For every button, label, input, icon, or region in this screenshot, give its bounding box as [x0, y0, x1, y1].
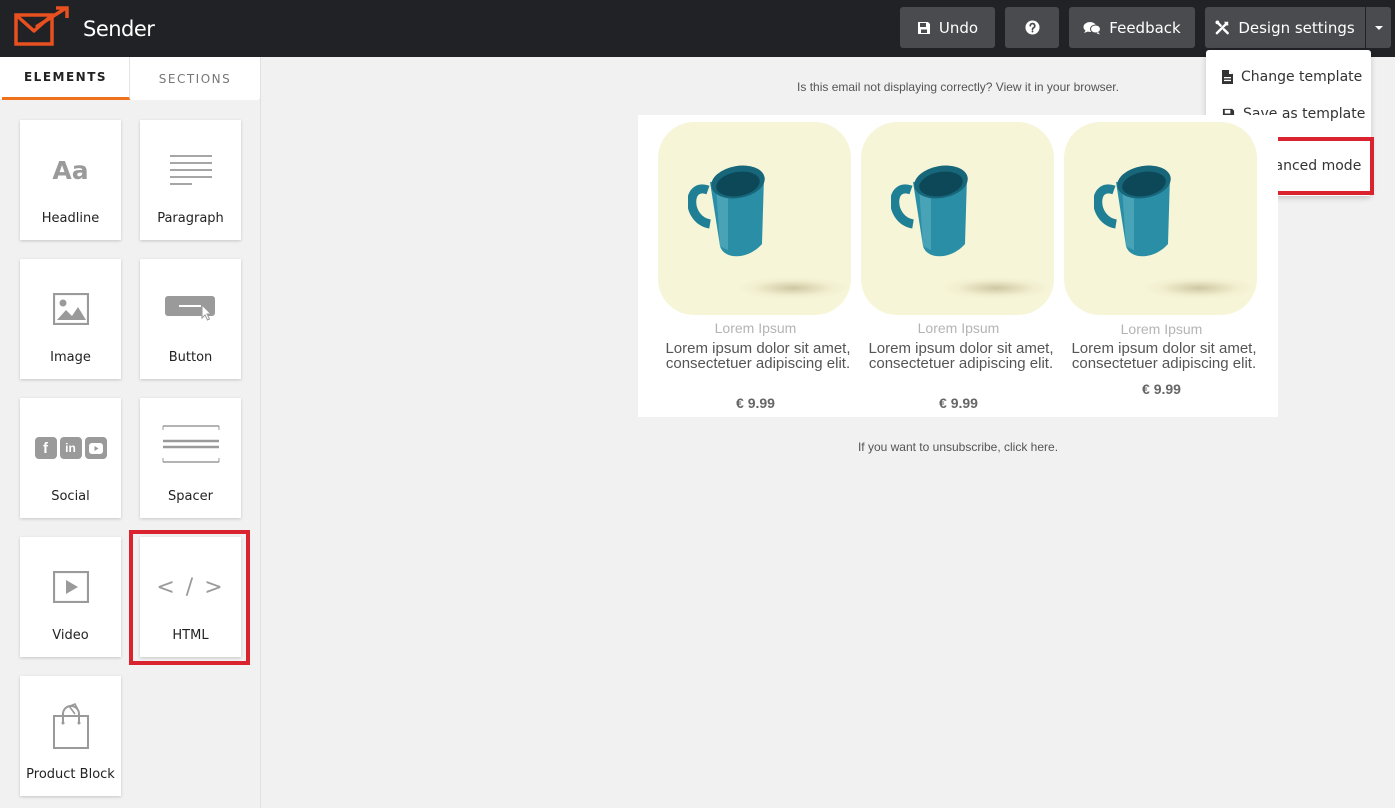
product-price: € 9.99 — [939, 395, 978, 411]
product-card[interactable]: Lorem Ipsum Lorem ipsum dolor sit amet, … — [1064, 115, 1259, 417]
element-label: Video — [52, 628, 89, 643]
product-image — [658, 122, 851, 315]
sender-logo-icon[interactable] — [14, 6, 70, 48]
html-element-highlight-box — [129, 530, 250, 665]
undo-button[interactable]: Undo — [900, 7, 995, 48]
product-image — [861, 122, 1054, 315]
top-bar: Sender Undo Feedback Design settings — [0, 0, 1395, 57]
design-settings-label: Design settings — [1238, 18, 1355, 37]
product-category: Lorem Ipsum — [917, 320, 1000, 336]
linkedin-icon: in — [59, 437, 82, 459]
text-aa-icon: Aa — [52, 155, 89, 185]
element-label: Headline — [41, 211, 100, 226]
shopping-bag-icon — [20, 700, 121, 752]
element-video[interactable]: Video — [20, 537, 121, 657]
element-label: Button — [168, 350, 213, 365]
product-card[interactable]: Lorem Ipsum Lorem ipsum dolor sit amet, … — [861, 115, 1056, 417]
element-social[interactable]: f in Social — [20, 398, 121, 518]
element-label: Paragraph — [157, 211, 224, 226]
product-description: Lorem ipsum dolor sit amet, consectetuer… — [665, 340, 851, 372]
element-image[interactable]: Image — [20, 259, 121, 379]
image-icon — [20, 289, 121, 329]
product-price: € 9.99 — [736, 395, 775, 411]
product-image — [1064, 122, 1257, 315]
tab-sections[interactable]: SECTIONS — [131, 57, 259, 100]
element-label: Social — [51, 489, 90, 504]
product-price: € 9.99 — [1142, 381, 1181, 397]
paragraph-lines-icon — [140, 150, 241, 190]
element-label: Image — [50, 350, 91, 365]
element-headline[interactable]: Aa Headline — [20, 120, 121, 240]
tab-elements[interactable]: ELEMENTS — [2, 57, 130, 100]
design-settings-dropdown-toggle[interactable] — [1366, 7, 1391, 48]
design-settings-button[interactable]: Design settings — [1205, 7, 1365, 48]
product-description: Lorem ipsum dolor sit amet, consectetuer… — [868, 340, 1054, 372]
view-in-browser-link[interactable]: Is this email not displaying correctly? … — [638, 80, 1278, 94]
spacer-icon — [140, 420, 241, 468]
unsubscribe-link[interactable]: If you want to unsubscribe, click here. — [638, 440, 1278, 454]
element-label: Spacer — [168, 489, 213, 504]
video-play-icon — [20, 567, 121, 607]
undo-label: Undo — [938, 18, 979, 37]
product-description: Lorem ipsum dolor sit amet, consectetuer… — [1071, 340, 1257, 372]
youtube-icon — [84, 437, 107, 459]
mug-illustration — [1094, 165, 1171, 257]
element-paragraph[interactable]: Paragraph — [140, 120, 241, 240]
help-button[interactable] — [1005, 7, 1059, 48]
feedback-button[interactable]: Feedback — [1069, 7, 1195, 48]
question-circle-icon — [1024, 20, 1040, 35]
email-content-block[interactable]: Lorem Ipsum Lorem ipsum dolor sit amet, … — [638, 115, 1278, 417]
product-category: Lorem Ipsum — [714, 320, 797, 336]
element-spacer[interactable]: Spacer — [140, 398, 241, 518]
button-icon — [140, 289, 241, 329]
social-icons: f in — [20, 428, 121, 468]
facebook-icon: f — [34, 437, 57, 459]
floppy-icon — [917, 21, 930, 34]
elements-sidebar: ELEMENTS SECTIONS Aa Headline Paragraph … — [0, 57, 261, 808]
brand-name: Sender — [83, 17, 155, 41]
product-card[interactable]: Lorem Ipsum Lorem ipsum dolor sit amet, … — [658, 115, 853, 417]
product-category: Lorem Ipsum — [1120, 321, 1203, 337]
sidebar-tabs: ELEMENTS SECTIONS — [0, 57, 260, 100]
feedback-label: Feedback — [1109, 18, 1181, 37]
element-label: Product Block — [26, 767, 115, 782]
element-button[interactable]: Button — [140, 259, 241, 379]
tools-icon — [1215, 20, 1230, 35]
element-product-block[interactable]: Product Block — [20, 676, 121, 796]
mug-illustration — [688, 165, 765, 257]
mug-illustration — [891, 165, 968, 257]
chat-bubbles-icon — [1083, 21, 1102, 34]
